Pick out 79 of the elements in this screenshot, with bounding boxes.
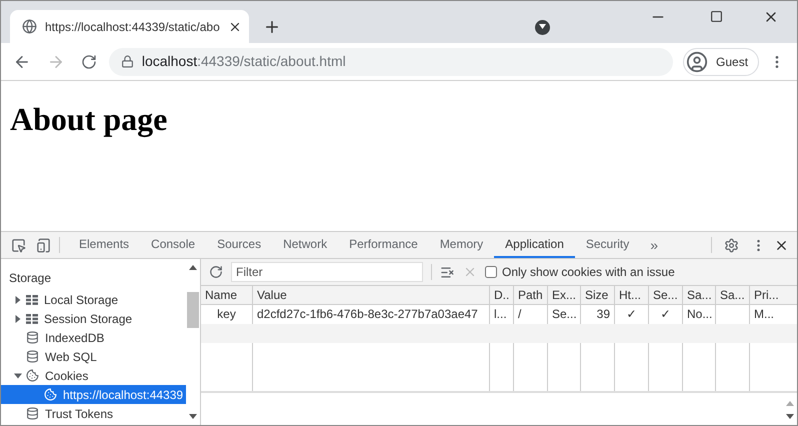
tree-item-label: IndexedDB <box>45 330 104 346</box>
tree-item-label: Cookies <box>45 368 88 384</box>
table-cell-text: d2cfd27c-1fb6-476b-8e3c-277b7a03ae47 <box>256 306 479 323</box>
tree-item-label: Local Storage <box>44 292 118 308</box>
cookie-icon <box>44 388 57 401</box>
table-cell-text: l... <box>493 306 508 323</box>
tree-item[interactable]: Cookies <box>1 366 186 385</box>
column-header[interactable]: Ex... <box>548 286 581 304</box>
tree-item-label: Trust Tokens <box>45 406 114 422</box>
tree-item[interactable]: Trust Tokens <box>1 404 186 423</box>
settings-icon[interactable] <box>724 238 739 252</box>
tree-item[interactable]: Session Storage <box>1 309 186 328</box>
reload-icon[interactable] <box>80 54 97 70</box>
database-icon <box>26 407 39 420</box>
tree-item[interactable]: IndexedDB <box>1 328 186 347</box>
tree-item[interactable]: https://localhost:44339 <box>1 385 186 404</box>
checkbox-label: Only show cookies with an issue <box>502 264 675 281</box>
page-heading: About page <box>10 103 168 135</box>
table-cell-text: ✓ <box>626 306 638 323</box>
more-tabs-button[interactable]: » <box>650 234 658 256</box>
address-bar[interactable]: localhost:44339/static/about.html <box>108 48 674 76</box>
table-cell-text: key <box>216 306 237 323</box>
table-cell-text: No... <box>686 306 714 323</box>
tree-item-label: Session Storage <box>44 310 132 328</box>
caret-icon[interactable] <box>14 372 22 380</box>
devtools-tab[interactable]: Security <box>574 232 640 258</box>
inspect-icon[interactable] <box>11 238 26 252</box>
database-icon <box>26 350 39 363</box>
new-tab-icon[interactable] <box>263 18 281 36</box>
lock-icon <box>120 55 134 68</box>
devtools-tab[interactable]: Elements <box>68 232 140 258</box>
avatar-icon <box>686 50 708 72</box>
scroll-thumb[interactable] <box>187 292 199 328</box>
profile-button[interactable]: Guest <box>683 48 760 76</box>
url-text: localhost:44339/static/about.html <box>142 52 346 71</box>
column-header[interactable]: Pri... <box>750 286 797 304</box>
browser-tab[interactable]: https://localhost:44339/static/abo <box>10 10 249 43</box>
devtools-tab[interactable]: Console <box>140 232 206 258</box>
column-header[interactable]: Name <box>201 286 253 304</box>
tab-search-icon[interactable] <box>535 20 550 34</box>
globe-icon <box>22 19 37 34</box>
cookie-icon <box>26 369 39 382</box>
filter-field[interactable]: Filter <box>231 262 423 282</box>
devtools-tab[interactable]: Memory <box>428 232 494 258</box>
column-header[interactable]: Size <box>581 286 615 304</box>
table-cell-text: / <box>517 306 522 323</box>
maximize-icon[interactable] <box>710 10 723 23</box>
table-cell-text: Se... <box>551 306 578 323</box>
scroll-down-icon[interactable] <box>189 414 197 419</box>
devtools-tab[interactable]: Sources <box>206 232 272 258</box>
grid-icon <box>26 314 38 324</box>
caret-icon[interactable] <box>14 296 22 304</box>
devtools-tab[interactable]: Network <box>272 232 338 258</box>
column-header[interactable]: Sa... <box>716 286 750 304</box>
section-heading: Storage <box>8 270 52 287</box>
caret-icon[interactable] <box>14 314 22 322</box>
table-cell-text: 39 <box>596 306 611 323</box>
database-icon <box>26 331 39 344</box>
column-header[interactable]: Se... <box>649 286 683 304</box>
column-header[interactable]: Value <box>253 286 490 304</box>
scroll-down-icon[interactable] <box>786 414 794 419</box>
table-cell-text: ✓ <box>660 306 672 323</box>
issue-checkbox[interactable] <box>485 266 497 278</box>
column-header[interactable]: Sa... <box>683 286 716 304</box>
tab-title: https://localhost:44339/static/abo <box>45 18 220 36</box>
grid-icon <box>26 294 38 304</box>
devtools-tab[interactable]: Performance <box>338 232 429 258</box>
device-icon[interactable] <box>36 238 51 252</box>
tree-item-label: Web SQL <box>45 348 97 366</box>
column-header[interactable]: Ht... <box>615 286 649 304</box>
tree-item[interactable]: Local Storage <box>1 290 186 309</box>
scroll-up-icon[interactable] <box>189 265 197 270</box>
tree-item-label: https://localhost:44339 <box>63 386 184 404</box>
table-cell-text: M... <box>753 306 775 323</box>
column-header[interactable]: D.. <box>490 286 514 304</box>
clear-filter-icon[interactable] <box>440 264 455 280</box>
column-header[interactable]: Path <box>514 286 548 304</box>
reload-icon[interactable] <box>209 265 223 279</box>
tree-item[interactable]: Web SQL <box>1 347 186 366</box>
